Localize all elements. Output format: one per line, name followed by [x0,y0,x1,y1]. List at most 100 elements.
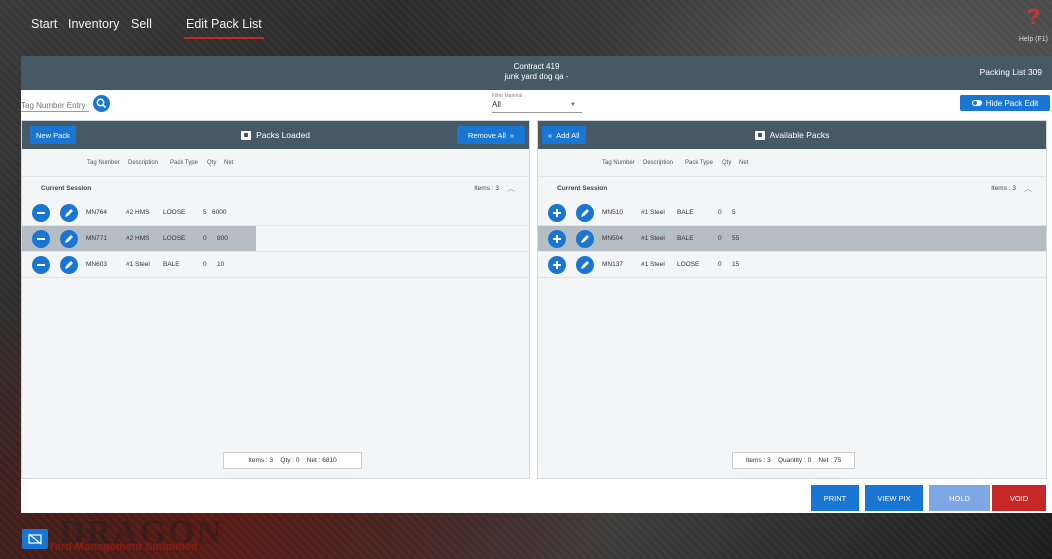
edit-pack-button[interactable] [60,256,78,274]
col-qty: Qty [207,160,217,166]
nav-inventory[interactable]: Inventory [68,17,119,31]
toolbar: Filter Material All ▼ Hide Pack Edit [21,90,1052,120]
minus-icon [37,264,45,266]
col-description: Description [643,160,674,166]
row-pack-type: LOOSE [163,209,186,216]
tag-number-input[interactable] [21,100,89,112]
pack-list-card: Contract 419 junk yard dog qa - Packing … [21,56,1052,513]
row-pack-type: BALE [163,261,180,268]
current-session-row[interactable]: Current Session Items : 3 ︿ [538,176,1046,200]
row-tag: MN771 [86,235,107,242]
toggle-icon [971,100,982,106]
right-column-headers: Tag Number Description Pack Type Qty Net [602,160,748,166]
edit-pack-button[interactable] [576,256,594,274]
search-button[interactable] [93,95,110,112]
row-description: #1 Steel [641,235,665,242]
edit-pack-button[interactable] [576,204,594,222]
edit-pack-button[interactable] [60,230,78,248]
row-qty: 0 [718,209,722,216]
nav-sell[interactable]: Sell [131,17,152,31]
row-net: 15 [732,261,740,268]
loaded-summary-text: Items : 3 Qty : 0 Net : 6810 [248,457,337,464]
row-net: 5 [732,209,736,216]
customer-name: junk yard dog qa - [504,72,569,81]
chevron-down-icon: ▼ [570,102,576,108]
col-net: Net [739,160,749,166]
row-pack-type: LOOSE [163,235,186,242]
row-tag: MN603 [86,261,107,268]
current-session-label: Current Session [41,185,92,192]
row-qty: 0 [718,235,722,242]
brand-tagline: Yard Management Simplified [48,541,198,553]
plus-icon [553,209,561,217]
packs-loaded-body: Tag Number Description Pack Type Qty Net… [22,149,529,478]
add-pack-button[interactable] [548,256,566,274]
chevron-up-icon[interactable]: ︿ [507,183,515,194]
plus-icon [553,235,561,243]
remove-all-button[interactable]: Remove All » [457,126,525,144]
packing-list-number: Packing List 309 [979,67,1042,77]
no-image-button[interactable] [22,529,48,549]
row-tag: MN504 [602,235,623,242]
session-items-count: Items : 3 [474,185,499,192]
row-pack-type: BALE [677,235,694,242]
row-net: 10 [217,261,225,268]
hold-button[interactable]: HOLD [929,485,990,511]
minus-icon [37,212,45,214]
help-icon: ? [1026,4,1041,29]
box-icon [241,130,252,140]
help-button[interactable]: ? Help (F1) [1019,6,1048,46]
table-row[interactable]: MN603 #1 Steel BALE 0 10 [22,252,529,278]
row-tag: MN764 [86,209,107,216]
packs-loaded-panel: New Pack Packs Loaded Remove All » Tag N… [21,120,530,479]
table-row[interactable]: MN137 #1 Steel LOOSE 0 15 [538,252,1046,278]
row-description: #2 HMS [126,235,150,242]
col-description: Description [128,160,159,166]
row-description: #1 Steel [641,261,665,268]
col-tag-number: Tag Number [87,160,120,166]
pencil-icon [581,235,589,243]
add-pack-button[interactable] [548,230,566,248]
row-qty: 5 [203,209,207,216]
filter-material-select[interactable]: All ▼ [492,100,582,113]
remove-pack-button[interactable] [32,256,50,274]
nav-start[interactable]: Start [31,17,57,31]
filter-material[interactable]: Filter Material All ▼ [492,93,582,113]
table-row[interactable]: MN510 #1 Steel BALE 0 5 [538,200,1046,226]
pencil-icon [65,261,73,269]
col-qty: Qty [722,160,732,166]
table-row[interactable]: MN504 #1 Steel BALE 0 55 [538,226,1046,252]
left-column-headers: Tag Number Description Pack Type Qty Net [87,160,233,166]
row-net: 800 [217,235,228,242]
add-pack-button[interactable] [548,204,566,222]
row-description: #2 HMS [126,209,150,216]
contract-number: Contract 419 [513,62,560,71]
contract-info: Contract 419 junk yard dog qa - [21,62,1052,82]
plus-icon [553,261,561,269]
row-qty: 0 [203,235,207,242]
pencil-icon [581,209,589,217]
col-pack-type: Pack Type [685,160,713,166]
hide-pack-edit-button[interactable]: Hide Pack Edit [960,95,1050,111]
table-row[interactable]: MN771 #2 HMS LOOSE 0 800 [22,226,529,252]
action-bar: PRINT VIEW PIX HOLD VOID [21,479,1052,513]
current-session-row[interactable]: Current Session Items : 3 ︿ [22,176,529,200]
edit-pack-button[interactable] [60,204,78,222]
table-row[interactable]: MN764 #2 HMS LOOSE 5 6000 [22,200,529,226]
current-session-label: Current Session [557,185,608,192]
row-pack-type: LOOSE [677,261,700,268]
void-button[interactable]: VOID [992,485,1046,511]
row-qty: 0 [718,261,722,268]
view-pix-button[interactable]: VIEW PIX [865,485,923,511]
edit-pack-button[interactable] [576,230,594,248]
available-packs-header: « Add All Available Packs [538,121,1046,149]
nav-edit-pack-list[interactable]: Edit Pack List [184,17,264,39]
remove-pack-button[interactable] [32,204,50,222]
pencil-icon [581,261,589,269]
available-packs-label: Available Packs [769,130,830,140]
row-pack-type: BALE [677,209,694,216]
print-button[interactable]: PRINT [811,485,859,511]
chevron-up-icon[interactable]: ︿ [1024,183,1032,194]
pencil-icon [65,209,73,217]
remove-pack-button[interactable] [32,230,50,248]
